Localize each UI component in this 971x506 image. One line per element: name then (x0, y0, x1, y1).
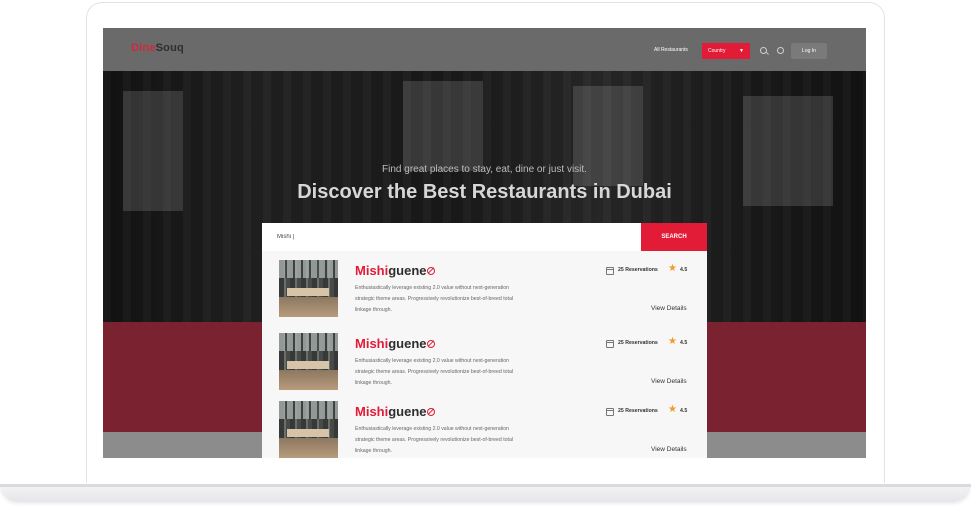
search-results-dropdown: Mishiguene Enthusiastically leverage exi… (262, 251, 707, 458)
result-item[interactable]: Mishiguene Enthusiastically leverage exi… (262, 324, 707, 391)
login-button[interactable]: Log In (791, 43, 827, 59)
laptop-base (0, 484, 971, 502)
name-rest: guene (388, 336, 427, 351)
calendar-icon (606, 340, 614, 348)
search-bar: SEARCH (262, 223, 707, 251)
country-label: Country (708, 48, 726, 54)
browser-screen: DineSouq All Restaurants Country ▼ Log I… (103, 28, 866, 458)
reservations-count: 25 Reservations (618, 267, 658, 273)
navbar: DineSouq All Restaurants Country ▼ Log I… (103, 28, 866, 71)
hero-title: Discover the Best Restaurants in Dubai (297, 181, 672, 203)
search-button[interactable]: SEARCH (641, 223, 707, 251)
name-rest: guene (388, 404, 427, 419)
restaurant-description: Enthusiastically leverage existing 2.0 v… (355, 426, 514, 454)
name-match: Mishi (355, 263, 389, 278)
hero-tagline: Find great places to stay, eat, dine or … (382, 164, 587, 175)
rating-value: 4.5 (680, 267, 688, 273)
no-entry-icon (427, 340, 435, 348)
logo[interactable]: DineSouq (131, 42, 184, 54)
rating-value: 4.5 (680, 408, 688, 414)
name-rest: guene (388, 263, 427, 278)
restaurant-thumbnail[interactable] (279, 333, 338, 390)
calendar-icon (606, 267, 614, 275)
restaurant-name[interactable]: Mishiguene (355, 263, 427, 278)
restaurant-thumbnail[interactable] (279, 260, 338, 317)
calendar-icon (606, 408, 614, 416)
logo-part-souq: Souq (155, 42, 184, 54)
search-icon[interactable] (760, 47, 767, 54)
no-entry-icon (427, 408, 435, 416)
restaurant-name[interactable]: Mishiguene (355, 336, 427, 351)
result-item[interactable]: Mishiguene Enthusiastically leverage exi… (262, 251, 707, 318)
restaurant-description: Enthusiastically leverage existing 2.0 v… (355, 285, 514, 313)
hero-bg-window (403, 81, 483, 171)
chevron-down-icon: ▼ (739, 48, 744, 54)
power-icon[interactable] (777, 47, 784, 54)
star-icon: ★ (668, 336, 677, 347)
name-match: Mishi (355, 404, 389, 419)
result-item[interactable]: Mishiguene Enthusiastically leverage exi… (262, 392, 707, 458)
name-match: Mishi (355, 336, 389, 351)
no-entry-icon (427, 267, 435, 275)
reservations-count: 25 Reservations (618, 340, 658, 346)
rating-value: 4.5 (680, 340, 688, 346)
logo-part-dine: Dine (131, 42, 156, 54)
reservations-count: 25 Reservations (618, 408, 658, 414)
view-details-link[interactable]: View Details (651, 378, 687, 385)
nav-all-restaurants[interactable]: All Restaurants (654, 47, 688, 53)
restaurant-name[interactable]: Mishiguene (355, 404, 427, 419)
search-input[interactable] (262, 223, 641, 251)
restaurant-thumbnail[interactable] (279, 401, 338, 458)
star-icon: ★ (668, 263, 677, 274)
restaurant-description: Enthusiastically leverage existing 2.0 v… (355, 358, 514, 386)
star-icon: ★ (668, 404, 677, 415)
view-details-link[interactable]: View Details (651, 446, 687, 453)
view-details-link[interactable]: View Details (651, 305, 687, 312)
country-dropdown[interactable]: Country ▼ (702, 43, 750, 59)
